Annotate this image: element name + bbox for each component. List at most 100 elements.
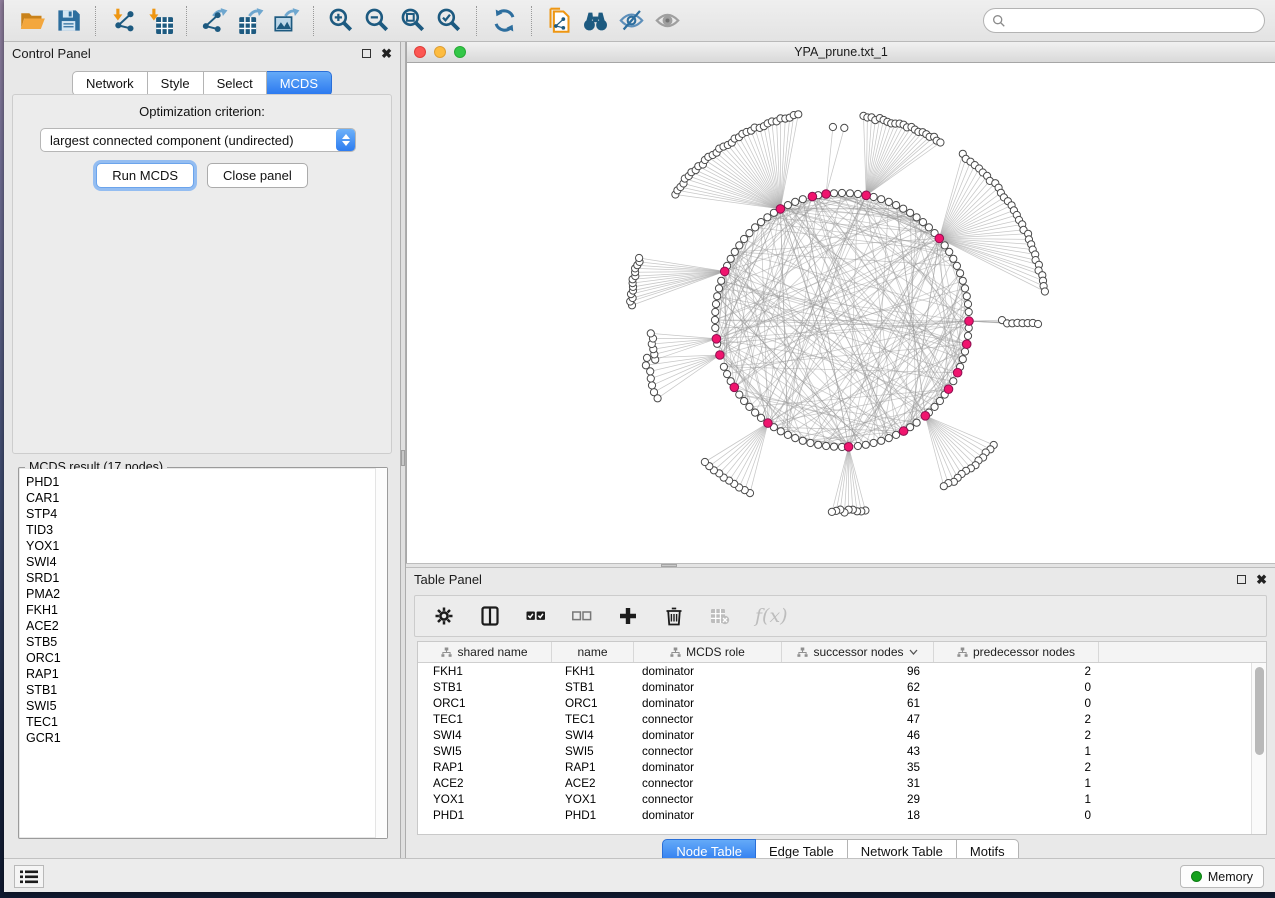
close-panel-button[interactable]: Close panel xyxy=(207,163,308,188)
cell-successor-nodes[interactable]: 47 xyxy=(782,713,934,726)
cell-MCDS-role[interactable]: connector xyxy=(634,713,782,726)
mcds-result-item[interactable]: PHD1 xyxy=(20,474,386,490)
cell-shared-name[interactable]: FKH1 xyxy=(418,665,552,678)
cell-successor-nodes[interactable]: 96 xyxy=(782,665,934,678)
mcds-list-scrollbar[interactable] xyxy=(375,468,387,838)
cell-MCDS-role[interactable]: connector xyxy=(634,777,782,790)
cell-successor-nodes[interactable]: 35 xyxy=(782,761,934,774)
cell-shared-name[interactable]: RAP1 xyxy=(418,761,552,774)
select-all-button[interactable] xyxy=(525,605,547,627)
cell-predecessor-nodes[interactable]: 2 xyxy=(934,665,1099,678)
tab-style[interactable]: Style xyxy=(148,71,204,96)
table-scrollbar[interactable] xyxy=(1251,663,1266,834)
mcds-result-item[interactable]: ORC1 xyxy=(20,650,386,666)
cell-predecessor-nodes[interactable]: 1 xyxy=(934,777,1099,790)
cell-name[interactable]: ACE2 xyxy=(552,777,634,790)
cell-name[interactable]: FKH1 xyxy=(552,665,634,678)
cell-successor-nodes[interactable]: 18 xyxy=(782,809,934,822)
mcds-result-item[interactable]: TID3 xyxy=(20,522,386,538)
float-panel-icon[interactable] xyxy=(1237,575,1246,584)
table-row[interactable]: ORC1ORC1dominator610 xyxy=(418,695,1251,711)
find-button[interactable] xyxy=(577,4,613,38)
cell-name[interactable]: ORC1 xyxy=(552,697,634,710)
cell-predecessor-nodes[interactable]: 2 xyxy=(934,761,1099,774)
column-header-successor-nodes[interactable]: successor nodes xyxy=(782,642,934,662)
mcds-result-item[interactable]: SWI4 xyxy=(20,554,386,570)
run-mcds-button[interactable]: Run MCDS xyxy=(96,163,194,188)
splitter-grip[interactable] xyxy=(661,564,677,567)
column-header-predecessor-nodes[interactable]: predecessor nodes xyxy=(934,642,1099,662)
mcds-result-item[interactable]: STB1 xyxy=(20,682,386,698)
mcds-result-item[interactable]: YOX1 xyxy=(20,538,386,554)
mcds-result-item[interactable]: SRD1 xyxy=(20,570,386,586)
cell-shared-name[interactable]: SWI4 xyxy=(418,729,552,742)
mcds-result-item[interactable]: PMA2 xyxy=(20,586,386,602)
cell-name[interactable]: TEC1 xyxy=(552,713,634,726)
close-panel-icon[interactable]: ✖ xyxy=(1256,575,1267,584)
splitter-grip[interactable] xyxy=(401,450,405,466)
cell-successor-nodes[interactable]: 31 xyxy=(782,777,934,790)
memory-button[interactable]: Memory xyxy=(1180,865,1264,888)
cell-predecessor-nodes[interactable]: 2 xyxy=(934,713,1099,726)
mcds-result-item[interactable]: SWI5 xyxy=(20,698,386,714)
zoom-fit-button[interactable] xyxy=(395,4,431,38)
cell-name[interactable]: SWI5 xyxy=(552,745,634,758)
cell-predecessor-nodes[interactable]: 1 xyxy=(934,793,1099,806)
optimization-criterion-select[interactable]: largest connected component (undirected) xyxy=(40,128,356,152)
cell-MCDS-role[interactable]: connector xyxy=(634,793,782,806)
table-row[interactable]: SWI4SWI4dominator462 xyxy=(418,727,1251,743)
cell-shared-name[interactable]: ORC1 xyxy=(418,697,552,710)
mcds-result-list[interactable]: PHD1CAR1STP4TID3YOX1SWI4SRD1PMA2FKH1ACE2… xyxy=(20,469,386,837)
close-panel-icon[interactable]: ✖ xyxy=(381,49,392,58)
import-table-button[interactable] xyxy=(141,4,177,38)
mcds-result-item[interactable]: FKH1 xyxy=(20,602,386,618)
deselect-all-button[interactable] xyxy=(571,605,593,627)
table-row[interactable]: FKH1FKH1dominator962 xyxy=(418,663,1251,679)
save-button[interactable] xyxy=(50,4,86,38)
mcds-result-item[interactable]: ACE2 xyxy=(20,618,386,634)
mcds-result-item[interactable]: STB5 xyxy=(20,634,386,650)
cell-MCDS-role[interactable]: dominator xyxy=(634,681,782,694)
export-table-button[interactable] xyxy=(232,4,268,38)
cell-predecessor-nodes[interactable]: 0 xyxy=(934,697,1099,710)
cell-predecessor-nodes[interactable]: 0 xyxy=(934,681,1099,694)
frames-button[interactable] xyxy=(14,865,44,888)
cell-predecessor-nodes[interactable]: 0 xyxy=(934,809,1099,822)
network-from-selection-button[interactable] xyxy=(541,4,577,38)
network-window-titlebar[interactable]: YPA_prune.txt_1 xyxy=(407,42,1275,63)
export-image-button[interactable] xyxy=(268,4,304,38)
table-row[interactable]: RAP1RAP1dominator352 xyxy=(418,759,1251,775)
scrollbar-thumb[interactable] xyxy=(1255,667,1264,755)
column-layout-button[interactable] xyxy=(479,605,501,627)
refresh-button[interactable] xyxy=(486,4,522,38)
column-header-MCDS-role[interactable]: MCDS role xyxy=(634,642,782,662)
tab-mcds[interactable]: MCDS xyxy=(267,71,332,96)
float-panel-icon[interactable] xyxy=(362,49,371,58)
cell-name[interactable]: SWI4 xyxy=(552,729,634,742)
search-box[interactable] xyxy=(983,8,1265,33)
zoom-out-button[interactable] xyxy=(359,4,395,38)
cell-shared-name[interactable]: TEC1 xyxy=(418,713,552,726)
network-canvas[interactable] xyxy=(407,63,1275,563)
cell-MCDS-role[interactable]: dominator xyxy=(634,809,782,822)
cell-successor-nodes[interactable]: 46 xyxy=(782,729,934,742)
cell-MCDS-role[interactable]: dominator xyxy=(634,697,782,710)
search-input[interactable] xyxy=(1011,14,1256,28)
cell-successor-nodes[interactable]: 29 xyxy=(782,793,934,806)
column-header-shared-name[interactable]: shared name xyxy=(418,642,552,662)
table-row[interactable]: SWI5SWI5connector431 xyxy=(418,743,1251,759)
table-row[interactable]: PHD1PHD1dominator180 xyxy=(418,807,1251,823)
cell-name[interactable]: PHD1 xyxy=(552,809,634,822)
import-network-button[interactable] xyxy=(105,4,141,38)
zoom-selected-button[interactable] xyxy=(431,4,467,38)
table-row[interactable]: YOX1YOX1connector291 xyxy=(418,791,1251,807)
cell-shared-name[interactable]: STB1 xyxy=(418,681,552,694)
mcds-result-item[interactable]: STP4 xyxy=(20,506,386,522)
cell-shared-name[interactable]: PHD1 xyxy=(418,809,552,822)
add-column-button[interactable] xyxy=(617,605,639,627)
cell-successor-nodes[interactable]: 61 xyxy=(782,697,934,710)
cell-successor-nodes[interactable]: 62 xyxy=(782,681,934,694)
zoom-in-button[interactable] xyxy=(323,4,359,38)
table-row[interactable]: STB1STB1dominator620 xyxy=(418,679,1251,695)
tab-select[interactable]: Select xyxy=(204,71,267,96)
